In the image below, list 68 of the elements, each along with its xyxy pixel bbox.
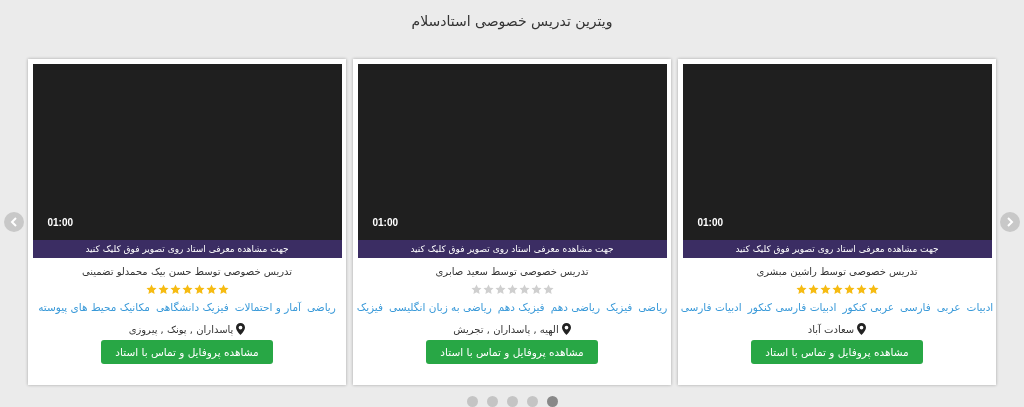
video-player[interactable]: 01:00: [682, 64, 992, 240]
profile-button[interactable]: مشاهده پروفایل و تماس با استاد: [426, 340, 598, 364]
pager-dot[interactable]: [486, 396, 498, 407]
star-icon: [157, 284, 169, 295]
location-pin-icon: [236, 323, 246, 335]
teacher-name: تدریس خصوصی توسط حسن بیک محمدلو تضمینی: [81, 266, 293, 277]
star-icon: [795, 284, 807, 295]
star-icon: [470, 284, 482, 295]
subject-link[interactable]: ادبیات: [966, 301, 994, 313]
next-arrow-button[interactable]: [1000, 212, 1020, 232]
pager-dot[interactable]: [506, 396, 518, 407]
video-caption: جهت مشاهده معرفی استاد روی تصویر فوق کلیک کنید: [735, 244, 939, 254]
subject-link[interactable]: ریاضی به زبان انگلیسی: [389, 301, 492, 313]
profile-button[interactable]: مشاهده پروفایل و تماس با استاد: [101, 340, 273, 364]
star-icon: [181, 284, 193, 295]
star-icon: [482, 284, 494, 295]
star-icon: [169, 284, 181, 295]
subject-link[interactable]: فارسی: [899, 301, 931, 313]
subject-link[interactable]: آمار و احتمالات: [234, 301, 301, 313]
pager-dot[interactable]: [526, 396, 538, 407]
star-icon: [530, 284, 542, 295]
star-icon: [831, 284, 843, 295]
location-pin-icon: [857, 323, 867, 335]
subject-link[interactable]: ریاضی: [307, 301, 336, 313]
subject-link[interactable]: عربی کنکور: [842, 301, 894, 313]
subject-link[interactable]: ریاضی: [638, 301, 668, 313]
video-caption: جهت مشاهده معرفی استاد روی تصویر فوق کلیک کنید: [410, 244, 614, 254]
video-duration: 01:00: [47, 217, 74, 228]
location-pin-icon: [561, 323, 571, 335]
subject-link[interactable]: ادبیات فارسی: [680, 301, 742, 313]
chevron-right-icon: [1006, 217, 1014, 227]
location-text: سعادت آباد: [807, 323, 855, 335]
star-icon: [819, 284, 831, 295]
star-icon: [518, 284, 530, 295]
star-icon: [843, 284, 855, 295]
teacher-name: تدریس خصوصی توسط سعید صابری: [435, 266, 589, 277]
page-title: ویترین تدریس خصوصی استادسلام: [411, 13, 613, 32]
subject-link[interactable]: ریاضی دهم: [550, 301, 601, 313]
subject-link[interactable]: فیزیک: [356, 301, 384, 313]
star-icon: [193, 284, 205, 295]
teacher-name: تدریس خصوصی توسط راشین مبشری: [756, 266, 918, 277]
pager-dot[interactable]: [466, 396, 478, 407]
star-icon: [506, 284, 518, 295]
location-text: الهیه , پاسداران , تجریش: [453, 323, 559, 335]
previous-arrow-button[interactable]: [4, 212, 24, 232]
pager-dot[interactable]: [546, 396, 558, 407]
star-icon: [145, 284, 157, 295]
star-icon: [494, 284, 506, 295]
subject-link[interactable]: عربی: [936, 301, 961, 313]
star-icon: [217, 284, 229, 295]
subject-link[interactable]: فیزیک دهم: [497, 301, 545, 313]
subject-link[interactable]: فیزیک: [606, 301, 633, 313]
star-icon: [855, 284, 867, 295]
profile-button[interactable]: مشاهده پروفایل و تماس با استاد: [751, 340, 923, 364]
subject-link[interactable]: مکانیک محیط های پیوسته: [38, 301, 150, 313]
video-caption: جهت مشاهده معرفی استاد روی تصویر فوق کلیک کنید: [85, 244, 289, 254]
star-icon: [807, 284, 819, 295]
video-duration: 01:00: [697, 217, 724, 228]
star-icon: [542, 284, 554, 295]
location-text: پاسداران , پونک , پیروزی: [128, 323, 234, 335]
chevron-left-icon: [10, 217, 18, 227]
video-player[interactable]: 01:00: [357, 64, 667, 240]
subject-link[interactable]: ادبیات فارسی کنکور: [747, 301, 837, 313]
video-player[interactable]: 01:00: [32, 64, 342, 240]
subject-link[interactable]: فیزیک دانشگاهی: [155, 301, 229, 313]
video-duration: 01:00: [372, 217, 399, 228]
star-icon: [867, 284, 879, 295]
star-icon: [205, 284, 217, 295]
